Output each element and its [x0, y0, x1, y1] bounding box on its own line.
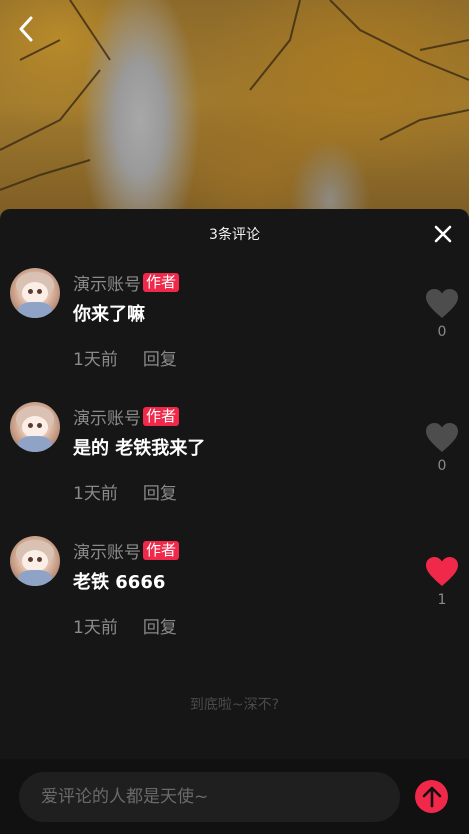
arrow-up-icon [422, 786, 441, 807]
close-button[interactable] [433, 224, 453, 244]
comment-item: 演示账号 作者 你来了嘛 1天前 回复 0 [0, 268, 469, 378]
comment-text: 是的 老铁我来了 [73, 438, 206, 459]
comment-sheet: 3条评论 演示账号 作者 你来了嘛 1天前 回复 0 演示账号 作者 是的 老铁… [0, 209, 469, 834]
like-button[interactable]: 1 [425, 556, 459, 608]
background-photo [0, 0, 469, 230]
comment-input[interactable] [19, 772, 400, 822]
back-button[interactable] [18, 16, 48, 48]
comment-time: 1天前 [73, 350, 118, 370]
comment-meta: 1天前 回复 [73, 479, 177, 504]
author-badge: 作者 [143, 541, 180, 560]
avatar[interactable] [10, 402, 60, 452]
name-row: 演示账号 作者 [73, 404, 180, 429]
like-count: 0 [437, 324, 447, 340]
reply-button[interactable]: 回复 [143, 479, 177, 504]
close-icon [434, 225, 452, 243]
username[interactable]: 演示账号 [73, 270, 141, 295]
comment-item: 演示账号 作者 老铁 6666 1天前 回复 1 [0, 536, 469, 646]
comment-meta: 1天前 回复 [73, 613, 177, 638]
comment-composer [0, 759, 469, 834]
end-of-list-text: 到底啦~深不? [189, 697, 280, 713]
comment-text: 老铁 6666 [73, 572, 166, 593]
like-button[interactable]: 0 [425, 422, 459, 474]
comment-time: 1天前 [73, 618, 118, 638]
comment-meta: 1天前 回复 [73, 345, 177, 370]
heart-icon-liked [426, 557, 458, 586]
heart-icon [426, 423, 458, 452]
like-button[interactable]: 0 [425, 288, 459, 340]
reply-button[interactable]: 回复 [143, 345, 177, 370]
name-row: 演示账号 作者 [73, 270, 180, 295]
comment-count-title: 3条评论 [209, 227, 260, 243]
chevron-left-icon [19, 16, 33, 42]
username[interactable]: 演示账号 [73, 404, 141, 429]
sheet-header: 3条评论 [0, 209, 469, 259]
like-count: 1 [437, 592, 447, 608]
like-count: 0 [437, 458, 447, 474]
send-button[interactable] [415, 780, 448, 813]
tree-branches [0, 0, 469, 191]
comment-text: 你来了嘛 [73, 304, 145, 325]
avatar[interactable] [10, 268, 60, 318]
reply-button[interactable]: 回复 [143, 613, 177, 638]
name-row: 演示账号 作者 [73, 538, 180, 563]
comment-item: 演示账号 作者 是的 老铁我来了 1天前 回复 0 [0, 402, 469, 512]
author-badge: 作者 [143, 407, 180, 426]
heart-icon [426, 289, 458, 318]
author-badge: 作者 [143, 273, 180, 292]
username[interactable]: 演示账号 [73, 538, 141, 563]
comment-time: 1天前 [73, 484, 118, 504]
avatar[interactable] [10, 536, 60, 586]
